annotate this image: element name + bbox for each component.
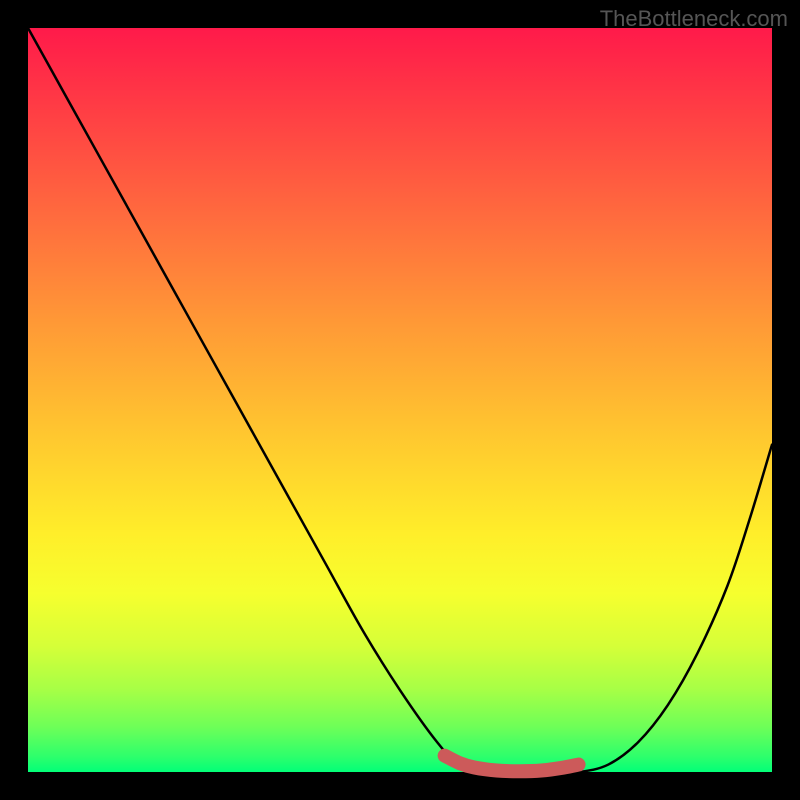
watermark-text: TheBottleneck.com — [600, 6, 788, 32]
plot-area — [28, 28, 772, 772]
highlight-segment-path — [445, 756, 579, 772]
chart-svg — [28, 28, 772, 772]
main-curve-path — [28, 28, 772, 773]
